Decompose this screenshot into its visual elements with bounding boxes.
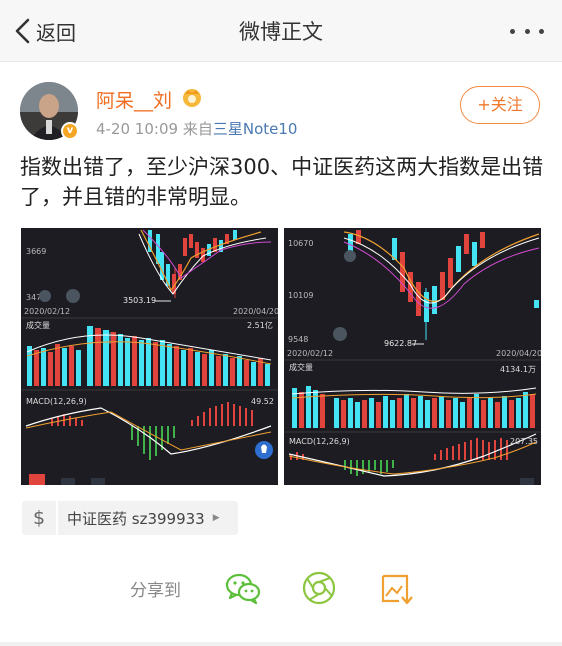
volume-bars-left	[27, 326, 270, 386]
volume-value: 4134.1万	[500, 365, 536, 374]
post-meta: 4-20 10:09 来自三星Note10	[96, 118, 297, 139]
price-high-label: 3669	[26, 247, 46, 256]
macd-label: MACD(12,26,9)	[289, 437, 350, 446]
post-body: 指数出错了，至少沪深300、中证医药这两大指数是出错了，并且错的非常明显。	[20, 155, 544, 209]
candles-right	[348, 230, 539, 340]
author-name[interactable]: 阿呆__刘	[96, 86, 172, 113]
price-low-label: 9548	[288, 335, 308, 344]
volume-value: 2.51亿	[247, 320, 273, 330]
vip-crown-icon	[183, 89, 201, 107]
moments-icon[interactable]	[299, 568, 339, 608]
post-source-device[interactable]: 三星Note10	[213, 120, 298, 138]
date-end: 2020/04/20	[496, 349, 541, 358]
price-high-label: 10670	[288, 239, 313, 248]
macd-value: 207.35	[510, 437, 538, 446]
macd-value: 49.52	[251, 397, 274, 406]
follow-button[interactable]: +关注	[460, 86, 540, 124]
stock-tag[interactable]: $ 中证医药 sz399933 ▶	[22, 501, 238, 535]
date-start: 2020/02/12	[24, 307, 70, 316]
volume-label: 成交量	[289, 362, 313, 372]
share-label: 分享到	[130, 581, 181, 601]
wechat-icon[interactable]	[223, 568, 263, 608]
chart-image-right[interactable]: 10670 10109 9548 9622.87 2020/02/12 2020…	[284, 228, 541, 485]
volume-label: 成交量	[26, 320, 50, 330]
page-title: 微博正文	[239, 20, 323, 44]
chart-image-left[interactable]: 3669 3478 3503.19 2020/02/12 2020/04/20 …	[21, 228, 278, 485]
date-end: 2020/04/20	[233, 307, 278, 316]
triangle-right-icon: ▶	[212, 513, 220, 523]
post-source-prefix: 来自	[182, 120, 213, 138]
stock-tag-label: 中证医药 sz399933	[67, 509, 205, 528]
save-image-icon[interactable]	[377, 568, 417, 608]
macd-label: MACD(12,26,9)	[26, 397, 87, 406]
dollar-icon: $	[22, 501, 58, 535]
verified-badge-icon: v	[61, 122, 79, 140]
candles-left	[148, 230, 237, 298]
date-start: 2020/02/12	[287, 349, 333, 358]
macd-bars-left	[51, 402, 253, 460]
nav-bar: 返回 微博正文	[0, 0, 562, 62]
post-time: 4-20 10:09	[96, 120, 179, 138]
more-icon[interactable]	[510, 20, 544, 42]
price-mid-label: 10109	[288, 291, 313, 300]
bottom-divider	[0, 642, 562, 646]
low-marker: 3503.19	[123, 296, 156, 305]
